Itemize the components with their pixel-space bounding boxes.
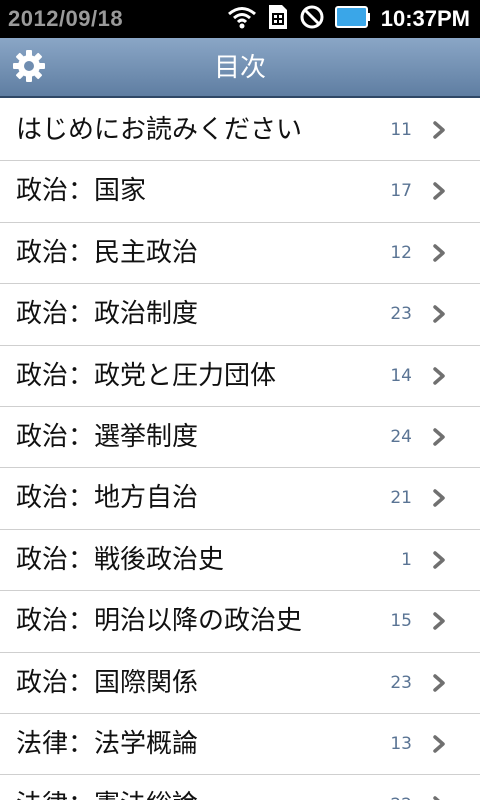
list-item[interactable]: 政治：政治制度 23 — [0, 284, 480, 346]
no-signal-icon — [299, 4, 325, 34]
list-item-count: 24 — [390, 426, 412, 447]
chevron-right-icon — [432, 673, 446, 692]
list-item-count: 13 — [390, 733, 412, 754]
chevron-right-icon — [432, 735, 446, 753]
chevron-right-icon — [432, 428, 446, 446]
chevron-right-icon — [432, 796, 446, 800]
list-item[interactable]: 政治：明治以降の政治史 15 — [0, 591, 480, 653]
list-item-count: 15 — [390, 611, 412, 632]
gear-icon — [12, 49, 46, 87]
list-item-label: 政治：民主政治 — [16, 237, 199, 268]
list-item[interactable]: 政治：選挙制度 24 — [0, 406, 480, 469]
list-item[interactable]: 政治：国家 17 — [0, 161, 480, 223]
battery-icon — [334, 5, 371, 33]
toc-list: はじめにお読みください 11 政治：国家 17 政治：民主政治 12 政治：政治… — [0, 100, 480, 800]
list-item-label: 法律：法学概論 — [16, 728, 199, 759]
chevron-right-icon — [432, 366, 446, 385]
list-item[interactable]: 政治：国際関係 23 — [0, 652, 480, 714]
list-item-count: 14 — [390, 365, 412, 386]
page-title: 目次 — [213, 53, 266, 83]
list-item[interactable]: はじめにお読みください 11 — [0, 100, 480, 162]
list-item[interactable]: 政治：戦後政治史 1 — [0, 529, 480, 592]
list-item-count: 17 — [390, 181, 412, 202]
chevron-right-icon — [432, 244, 446, 262]
sim-card-icon — [267, 4, 289, 34]
chevron-right-icon — [432, 489, 446, 508]
chevron-right-icon — [432, 550, 446, 569]
status-date: 2012/09/18 — [8, 6, 124, 31]
status-bar: 2012/09/18 10:37PM — [0, 0, 480, 38]
list-item-label: 政治：国際関係 — [16, 667, 199, 698]
status-icons: 10:37PM — [227, 0, 470, 38]
chevron-right-icon — [432, 612, 446, 630]
settings-button[interactable] — [12, 49, 46, 87]
list-item-label: はじめにお読みください — [16, 115, 303, 145]
list-item-label: 政治：地方自治 — [16, 483, 199, 514]
list-item-count: 22 — [390, 775, 412, 800]
list-item-count: 12 — [390, 242, 412, 263]
list-item[interactable]: 法律：法学概論 13 — [0, 713, 480, 776]
list-item[interactable]: 法律：憲法総論 22 — [0, 775, 480, 800]
list-item-label: 政治：政治制度 — [16, 299, 199, 330]
list-item-count: 21 — [390, 488, 412, 509]
list-item-label: 政治：政党と圧力団体 — [16, 360, 277, 391]
list-item-label: 政治：国家 — [16, 176, 147, 207]
status-time: 10:37PM — [380, 6, 470, 31]
chevron-right-icon — [432, 121, 446, 139]
list-item[interactable]: 政治：民主政治 12 — [0, 222, 480, 285]
list-item-count: 1 — [401, 549, 412, 570]
chevron-right-icon — [432, 182, 446, 201]
title-bar: 目次 — [0, 38, 480, 98]
list-item-label: 政治：戦後政治史 — [16, 544, 225, 575]
chevron-right-icon — [432, 305, 446, 323]
list-item-label: 政治：明治以降の政治史 — [16, 606, 303, 637]
wifi-icon — [227, 5, 257, 33]
list-item[interactable]: 政治：政党と圧力団体 14 — [0, 345, 480, 407]
list-item[interactable]: 政治：地方自治 21 — [0, 468, 480, 530]
list-item-label: 政治：選挙制度 — [16, 421, 199, 452]
list-item-count: 23 — [390, 672, 412, 693]
list-item-count: 11 — [390, 120, 412, 140]
list-item-count: 23 — [390, 304, 412, 325]
list-item-label: 法律：憲法総論 — [16, 775, 198, 800]
